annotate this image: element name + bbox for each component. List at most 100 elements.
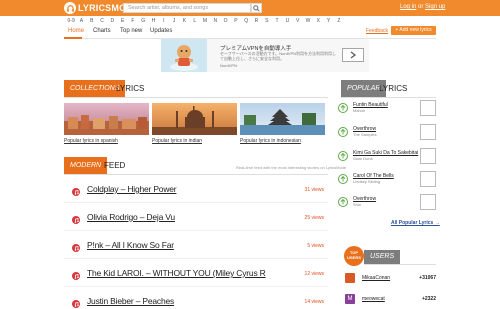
popular-item-artist: The Samples bbox=[353, 132, 377, 137]
alpha-letter[interactable]: J bbox=[169, 16, 179, 26]
popular-item-artist: Slam Dunk bbox=[353, 156, 373, 161]
alpha-letter[interactable]: O bbox=[220, 16, 230, 26]
alpha-letter[interactable]: M bbox=[200, 16, 210, 26]
nav-top-new[interactable]: Top new bbox=[120, 28, 142, 34]
alpha-letter[interactable]: V bbox=[293, 16, 303, 26]
login-link[interactable]: Log in bbox=[400, 4, 416, 10]
music-note-icon bbox=[72, 272, 80, 280]
feed-item[interactable]: Justin Bieber – Peaches 14 views bbox=[64, 296, 328, 309]
feed-item-views: 25 views bbox=[304, 215, 324, 221]
user-name[interactable]: MikaaConan bbox=[362, 275, 390, 281]
feed-description: Real-time feed with the most interesting… bbox=[236, 165, 347, 170]
ad-open-button[interactable] bbox=[342, 48, 364, 62]
alpha-letter[interactable]: T bbox=[272, 16, 282, 26]
alphabet-bar: 0-9 A B C D E F G H I J K L M N O P Q R … bbox=[66, 16, 436, 26]
user-score: +31067 bbox=[419, 275, 436, 281]
search-input[interactable]: Search artist, albums, and songs bbox=[123, 3, 251, 13]
alpha-letter[interactable]: I bbox=[159, 16, 169, 26]
feed-item-title[interactable]: The Kid LAROI. – WITHOUT YOU (Miley Cyru… bbox=[87, 268, 287, 278]
feed-item-views: 12 views bbox=[304, 271, 324, 277]
popular-item[interactable]: Carol Of The Bells Lindsey Stirling bbox=[337, 171, 436, 193]
popular-item-thumbnail[interactable] bbox=[420, 100, 436, 116]
popular-item-thumbnail[interactable] bbox=[420, 171, 436, 187]
alpha-letter[interactable]: W bbox=[303, 16, 313, 26]
feed-item[interactable]: P!nk – All I Know So Far 5 views bbox=[64, 240, 328, 268]
alpha-letter[interactable]: P bbox=[231, 16, 241, 26]
feed-item-title[interactable]: P!nk – All I Know So Far bbox=[87, 240, 174, 250]
music-note-icon bbox=[72, 300, 80, 308]
users-label: USERS bbox=[364, 250, 401, 264]
alpha-letter[interactable]: U bbox=[282, 16, 292, 26]
arrow-up-icon bbox=[338, 127, 348, 137]
feed-item-title[interactable]: Justin Bieber – Peaches bbox=[87, 296, 174, 306]
feed-tag: MODERN bbox=[64, 157, 108, 174]
alpha-letter[interactable]: L bbox=[190, 16, 200, 26]
alpha-letter[interactable]: K bbox=[179, 16, 189, 26]
collection-spanish-image[interactable] bbox=[64, 103, 149, 135]
feed-item[interactable]: Coldplay – Higher Power 31 views bbox=[64, 184, 328, 212]
avatar[interactable] bbox=[345, 273, 355, 283]
divider bbox=[64, 202, 328, 203]
alpha-letter[interactable]: Q bbox=[241, 16, 251, 26]
users-header: USERS bbox=[364, 250, 436, 265]
collection-spanish-link[interactable]: Popular lyrics in spanish bbox=[64, 138, 118, 144]
advertisement[interactable]: プレミアムVPNを自動導入手 セーフサーバースの活動方です。NordVPN利用を… bbox=[161, 39, 369, 72]
divider bbox=[64, 258, 328, 259]
popular-item-artist: Shlo bbox=[353, 202, 362, 207]
nav-updates[interactable]: Updates bbox=[150, 28, 172, 34]
music-note-icon bbox=[72, 188, 80, 196]
feed-item-views: 5 views bbox=[307, 243, 324, 249]
popular-item[interactable]: Funtin Beautiful Mahoh bbox=[337, 100, 436, 122]
feed-item[interactable]: Olivia Rodrigo – Deja Vu 25 views bbox=[64, 212, 328, 240]
alpha-letter[interactable]: Y bbox=[323, 16, 333, 26]
popular-item-thumbnail[interactable] bbox=[420, 148, 436, 164]
popular-item-thumbnail[interactable] bbox=[420, 124, 436, 140]
alpha-letter[interactable]: X bbox=[313, 16, 323, 26]
popular-item[interactable]: Overthrow Shlo bbox=[337, 194, 436, 216]
alpha-letter[interactable]: G bbox=[138, 16, 148, 26]
alpha-letter[interactable]: A bbox=[76, 16, 86, 26]
popular-item-thumbnail[interactable] bbox=[420, 194, 436, 210]
signup-link[interactable]: Sign up bbox=[425, 4, 445, 10]
alpha-letter[interactable]: 0-9 bbox=[66, 16, 76, 26]
search-button[interactable] bbox=[251, 3, 262, 13]
collection-indonesian-link[interactable]: Popular lyrics in indonesian bbox=[240, 138, 301, 144]
search-icon bbox=[253, 4, 260, 12]
feed-item[interactable]: The Kid LAROI. – WITHOUT YOU (Miley Cyru… bbox=[64, 268, 328, 296]
alpha-letter[interactable]: S bbox=[262, 16, 272, 26]
arrow-up-icon bbox=[338, 103, 348, 113]
divider bbox=[64, 230, 328, 231]
alpha-letter[interactable]: F bbox=[128, 16, 138, 26]
collection-indian-image[interactable] bbox=[152, 103, 237, 135]
main-nav: Home Charts Top new Updates Feedback + A… bbox=[64, 26, 436, 39]
alpha-letter[interactable]: B bbox=[87, 16, 97, 26]
nav-active-indicator bbox=[64, 37, 82, 39]
ad-image bbox=[161, 39, 207, 72]
user-item[interactable]: M meowecat +2322 bbox=[337, 294, 436, 309]
ad-description: セーフサーバースの活動方です。NordVPN利用を方法利用利用して自動上位し、さ… bbox=[220, 51, 337, 61]
popular-item[interactable]: Kimi Ga Suki Da To Sakebitai Slam Dunk bbox=[337, 148, 436, 170]
add-new-lyrics-button[interactable]: + Add new lyrics bbox=[391, 26, 436, 35]
popular-item[interactable]: Overthrow The Samples bbox=[337, 124, 436, 146]
alpha-letter[interactable]: C bbox=[97, 16, 107, 26]
collection-indian-link[interactable]: Popular lyrics in indian bbox=[152, 138, 202, 144]
alpha-letter[interactable]: Z bbox=[334, 16, 344, 26]
alpha-letter[interactable]: N bbox=[210, 16, 220, 26]
feedback-link[interactable]: Feedback bbox=[366, 28, 388, 34]
avatar[interactable]: M bbox=[345, 294, 355, 304]
alpha-letter[interactable]: D bbox=[107, 16, 117, 26]
alpha-letter[interactable]: E bbox=[117, 16, 127, 26]
user-name[interactable]: meowecat bbox=[362, 296, 385, 302]
arrow-up-icon bbox=[338, 197, 348, 207]
feed-item-title[interactable]: Olivia Rodrigo – Deja Vu bbox=[87, 212, 175, 222]
alpha-letter[interactable]: H bbox=[148, 16, 158, 26]
collection-indonesian-image[interactable] bbox=[240, 103, 325, 135]
nav-home[interactable]: Home bbox=[68, 28, 84, 34]
nav-charts[interactable]: Charts bbox=[93, 28, 111, 34]
feed-item-title[interactable]: Coldplay – Higher Power bbox=[87, 184, 177, 194]
collections-label: LYRICS bbox=[116, 84, 145, 93]
user-item[interactable]: MikaaConan +31067 bbox=[337, 273, 436, 291]
feed-label: FEED bbox=[104, 161, 126, 170]
all-popular-lyrics-link[interactable]: All Popular Lyrics → bbox=[391, 220, 440, 226]
alpha-letter[interactable]: R bbox=[251, 16, 261, 26]
